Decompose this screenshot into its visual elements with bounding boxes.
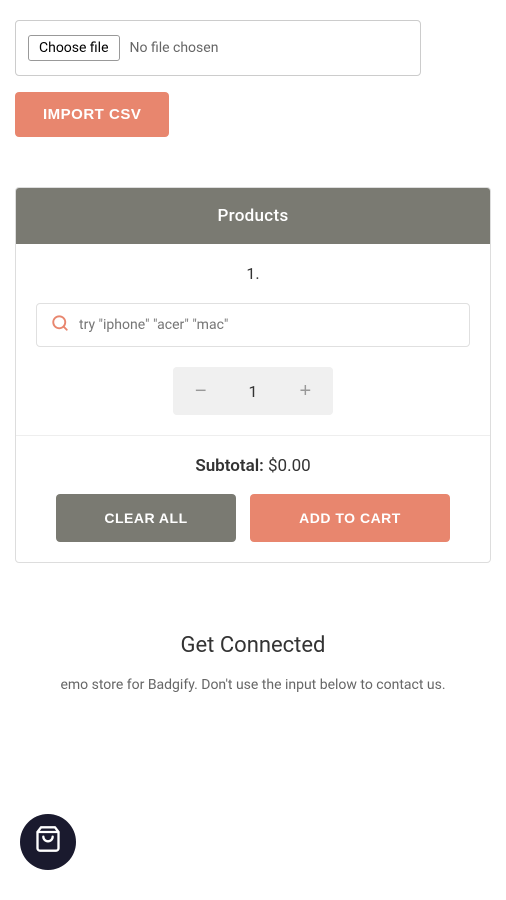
get-connected-text: emo store for Badgify. Don't use the inp… [53,674,453,696]
search-wrapper[interactable] [36,303,470,347]
quantity-control: − 1 + [173,367,333,415]
search-icon [51,314,69,336]
subtotal-display: Subtotal: $0.00 [36,456,470,476]
products-title: Products [217,206,288,226]
get-connected-section: Get Connected emo store for Badgify. Don… [0,603,506,726]
subtotal-value: $0.00 [268,456,311,476]
shopify-badge[interactable] [20,814,76,870]
product-number: 1. [246,264,259,283]
choose-file-button[interactable]: Choose file [28,35,120,61]
file-input-wrapper: Choose file No file chosen [15,20,421,76]
products-section: Products 1. − 1 + Subtotal: $0.00 CLEAR … [15,187,491,563]
get-connected-title: Get Connected [20,633,486,658]
action-buttons: CLEAR ALL ADD TO CART [36,494,470,542]
import-csv-button[interactable]: IMPORT CSV [15,92,169,137]
search-input[interactable] [79,317,455,333]
shopify-bag-icon [34,825,62,859]
quantity-value: 1 [229,382,278,401]
clear-all-button[interactable]: CLEAR ALL [56,494,236,542]
action-section: Subtotal: $0.00 CLEAR ALL ADD TO CART [16,435,490,562]
add-to-cart-button[interactable]: ADD TO CART [250,494,450,542]
no-file-label: No file chosen [130,40,219,56]
quantity-decrease-button[interactable]: − [173,367,229,415]
product-row: 1. [16,244,490,293]
products-header: Products [16,188,490,244]
subtotal-label: Subtotal: [195,456,263,476]
file-section: Choose file No file chosen IMPORT CSV [0,0,506,157]
quantity-increase-button[interactable]: + [278,367,334,415]
quantity-section: − 1 + [16,357,490,435]
